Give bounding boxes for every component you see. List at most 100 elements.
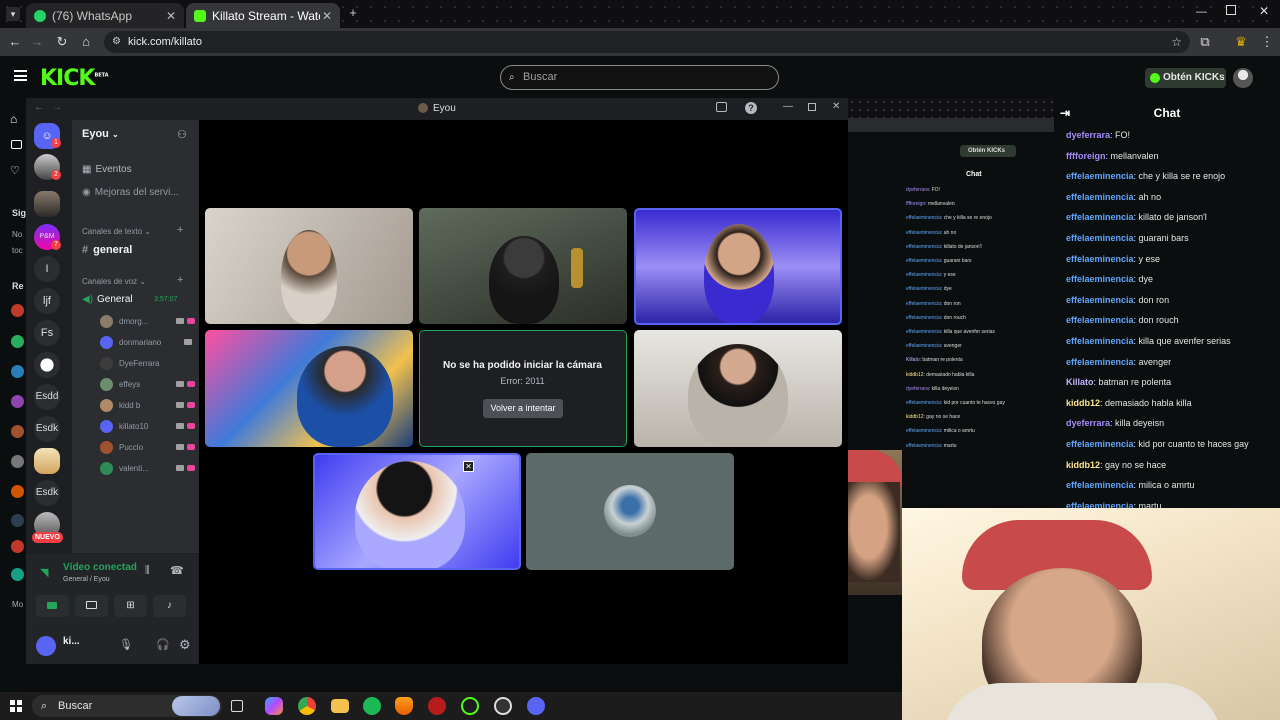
chat-username[interactable]: dyeferrara xyxy=(1066,418,1110,428)
boosts-item[interactable]: ◉ Mejoras del servi... xyxy=(82,187,179,198)
close-tab-icon[interactable]: ✕ xyxy=(166,9,176,23)
voice-user[interactable]: killato10 xyxy=(100,418,195,434)
add-member-icon[interactable]: ⚇ xyxy=(177,128,187,141)
server-icon[interactable]: Fs xyxy=(34,320,60,346)
close-window-icon[interactable]: ✕ xyxy=(1259,4,1269,18)
camera-button[interactable] xyxy=(36,595,69,617)
kick-search-input[interactable]: ⌕ Buscar xyxy=(500,65,779,90)
tab-kick[interactable]: Killato Stream - Watch Live on K ✕ xyxy=(186,3,340,28)
inbox-icon[interactable] xyxy=(716,102,727,112)
voice-user[interactable]: Pucclo xyxy=(100,439,195,455)
channel-avatar[interactable] xyxy=(11,455,24,468)
video-tile-speaking[interactable] xyxy=(634,208,842,325)
voice-user[interactable]: kidd b xyxy=(100,397,195,413)
get-kicks-button[interactable]: Obtén KICKs xyxy=(1145,68,1226,88)
fl-studio-icon[interactable] xyxy=(395,697,413,715)
extensions-icon[interactable]: ⧉ xyxy=(1196,33,1214,51)
chat-username[interactable]: effelaeminencia xyxy=(1066,439,1134,449)
add-channel-icon[interactable]: + xyxy=(177,274,183,286)
voice-category[interactable]: Canales de voz ⌄ xyxy=(82,277,146,286)
screen-share-button[interactable] xyxy=(75,595,108,617)
video-tile[interactable] xyxy=(205,330,413,447)
microphone-icon[interactable]: 🎙 xyxy=(119,638,133,651)
new-tab-button[interactable]: + xyxy=(346,6,360,20)
hamburger-menu-icon[interactable] xyxy=(14,70,27,81)
reload-icon[interactable]: ↻ xyxy=(53,33,71,51)
avatar-tile[interactable] xyxy=(526,453,734,570)
chat-username[interactable]: effelaeminencia xyxy=(1066,233,1134,243)
app-icon-red[interactable] xyxy=(428,697,446,715)
channel-avatar[interactable] xyxy=(11,485,24,498)
channel-avatar[interactable] xyxy=(11,365,24,378)
channel-avatar[interactable] xyxy=(11,514,24,527)
back-icon[interactable]: ← xyxy=(6,33,24,51)
events-item[interactable]: ▦ Eventos xyxy=(82,164,132,175)
chat-username[interactable]: effelaeminencia xyxy=(1066,254,1134,264)
chat-username[interactable]: dyeferrara xyxy=(1066,130,1110,140)
channel-avatar[interactable] xyxy=(11,568,24,581)
following-icon[interactable]: ♡ xyxy=(10,164,20,177)
bookmark-star-icon[interactable]: ☆ xyxy=(1171,31,1182,53)
chat-username[interactable]: kiddb12 xyxy=(1066,398,1100,408)
chat-username[interactable]: effelaeminencia xyxy=(1066,171,1134,181)
home-icon[interactable]: ⌂ xyxy=(77,33,95,51)
kick-logo[interactable]: KICKBETA xyxy=(40,66,109,91)
chat-username[interactable]: effelaeminencia xyxy=(1066,357,1134,367)
video-tile[interactable] xyxy=(205,208,413,324)
close-tab-icon[interactable]: ✕ xyxy=(322,9,332,23)
voice-user[interactable]: valenti... xyxy=(100,460,195,476)
chat-username[interactable]: Killato xyxy=(1066,377,1094,387)
voice-user[interactable]: donmariano xyxy=(100,334,195,350)
server-avatar[interactable] xyxy=(34,448,60,474)
start-windows-icon[interactable] xyxy=(10,700,22,712)
server-icon[interactable]: Esdd xyxy=(34,384,60,410)
voice-location[interactable]: General / Eyou xyxy=(63,576,110,583)
maximize-window-icon[interactable] xyxy=(1226,5,1236,15)
text-category[interactable]: Canales de texto ⌄ xyxy=(82,227,151,236)
channel-avatar[interactable] xyxy=(11,335,24,348)
voice-user[interactable]: dmorg... xyxy=(100,313,195,329)
server-name[interactable]: Eyou ⌄ xyxy=(82,128,119,140)
text-channel-general[interactable]: # general xyxy=(82,244,132,256)
address-bar[interactable]: ⚙ kick.com/killato ☆ xyxy=(104,31,1190,53)
voice-user[interactable]: DyeFerrara xyxy=(100,355,195,371)
collapse-chat-icon[interactable]: ⇥ xyxy=(1060,100,1070,126)
forward-icon[interactable]: → xyxy=(52,102,62,113)
voice-channel-general[interactable]: ◀) General xyxy=(82,294,133,305)
chat-username[interactable]: effelaeminencia xyxy=(1066,315,1134,325)
chat-username[interactable]: effelaeminencia xyxy=(1066,480,1134,490)
extension-badge-icon[interactable]: ♛ xyxy=(1232,33,1250,51)
channel-avatar[interactable] xyxy=(11,425,24,438)
chrome-icon[interactable] xyxy=(298,697,316,715)
server-icon[interactable]: I xyxy=(34,256,60,282)
tab-list-chevron-icon[interactable]: ▾ xyxy=(6,7,20,21)
chat-username[interactable]: effelaeminencia xyxy=(1066,274,1134,284)
server-icon[interactable]: ljf xyxy=(34,288,60,314)
headphones-icon[interactable]: 🎧 xyxy=(156,638,170,651)
channel-avatar[interactable] xyxy=(11,540,24,553)
overlay-close-icon[interactable]: ✕ xyxy=(463,461,474,472)
spotify-icon[interactable] xyxy=(363,697,381,715)
user-avatar[interactable] xyxy=(1233,68,1253,88)
maximize-icon[interactable] xyxy=(808,103,816,111)
browse-icon[interactable] xyxy=(11,140,22,149)
signal-icon[interactable]: ◥ xyxy=(40,566,48,579)
chat-username[interactable]: effelaeminencia xyxy=(1066,295,1134,305)
taskbar-search-input[interactable]: ⌕ Buscar xyxy=(32,695,222,717)
activities-button[interactable]: ⊞ xyxy=(114,595,147,617)
discord-taskbar-icon[interactable] xyxy=(527,697,545,715)
video-tile[interactable] xyxy=(634,330,842,447)
noise-suppression-icon[interactable]: ⫼ xyxy=(145,565,150,576)
settings-gear-icon[interactable]: ⚙ xyxy=(179,637,191,653)
minimize-window-icon[interactable]: — xyxy=(1196,6,1207,18)
server-avatar[interactable] xyxy=(34,191,60,217)
help-icon[interactable]: ? xyxy=(745,102,757,114)
home-icon[interactable]: ⌂ xyxy=(10,112,17,126)
back-icon[interactable]: ← xyxy=(34,102,44,113)
voice-user[interactable]: effeys xyxy=(100,376,195,392)
app-icon-obs[interactable] xyxy=(494,697,512,715)
forward-icon[interactable]: → xyxy=(28,33,46,51)
disconnect-icon[interactable]: ☎ xyxy=(170,564,184,577)
tab-whatsapp[interactable]: (76) WhatsApp ✕ xyxy=(26,3,184,28)
minimize-icon[interactable]: — xyxy=(783,101,793,112)
